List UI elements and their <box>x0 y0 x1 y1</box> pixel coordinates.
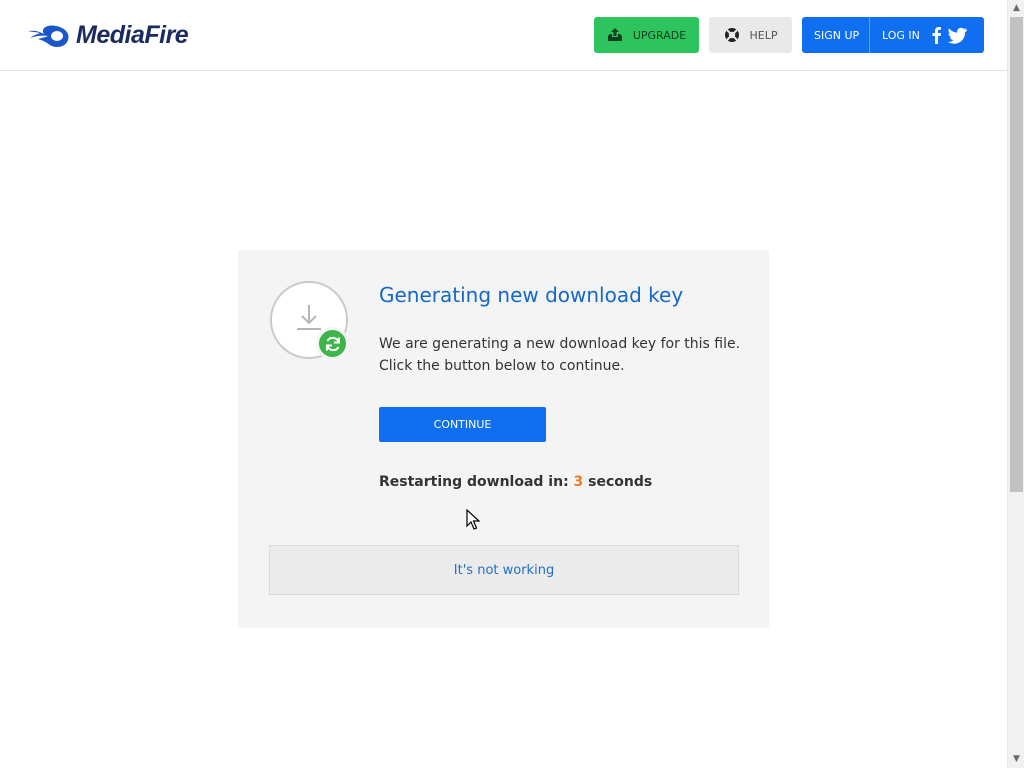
auth-group: SIGN UP LOG IN <box>802 17 984 53</box>
mediafire-logo[interactable]: MediaFire <box>26 18 189 52</box>
lifebuoy-icon <box>724 28 739 42</box>
refresh-icon <box>316 327 349 360</box>
sign-up-button[interactable]: SIGN UP <box>802 17 870 53</box>
continue-button[interactable]: CONTINUE <box>379 407 546 442</box>
logo-text: MediaFire <box>76 20 189 49</box>
top-header: MediaFire UPGRADE HELP SIGN UP LOG IN <box>0 0 1007 71</box>
log-in-button[interactable]: LOG IN <box>870 17 930 53</box>
scroll-up-arrow-icon[interactable]: ▲ <box>1012 4 1021 13</box>
scrollbar-thumb[interactable] <box>1010 17 1023 492</box>
card-description: We are generating a new download key for… <box>379 333 749 377</box>
scroll-down-arrow-icon[interactable]: ▼ <box>1012 755 1021 764</box>
facebook-icon[interactable] <box>930 26 942 44</box>
help-label: HELP <box>749 28 778 42</box>
card-title: Generating new download key <box>379 283 684 307</box>
countdown-seconds: 3 <box>573 474 584 490</box>
countdown-prefix: Restarting download in: <box>379 474 574 490</box>
description-line-2: Click the button below to continue. <box>379 358 625 374</box>
vertical-scrollbar[interactable]: ▲ ▼ <box>1007 0 1024 768</box>
page: MediaFire UPGRADE HELP SIGN UP LOG IN ▲ … <box>0 0 1024 768</box>
countdown-suffix: seconds <box>583 474 653 490</box>
description-line-1: We are generating a new download key for… <box>379 336 741 352</box>
download-key-card: Generating new download key We are gener… <box>238 250 769 628</box>
flame-logo-icon <box>28 25 69 48</box>
upgrade-label: UPGRADE <box>632 28 687 42</box>
mouse-pointer-icon <box>466 509 480 530</box>
upgrade-button[interactable]: UPGRADE <box>594 17 699 53</box>
twitter-icon[interactable] <box>948 27 968 44</box>
not-working-link[interactable]: It's not working <box>269 545 739 595</box>
social-login <box>930 26 968 44</box>
upgrade-icon <box>607 28 622 41</box>
help-button[interactable]: HELP <box>709 17 792 53</box>
restart-countdown: Restarting download in: 3 seconds <box>379 474 652 490</box>
